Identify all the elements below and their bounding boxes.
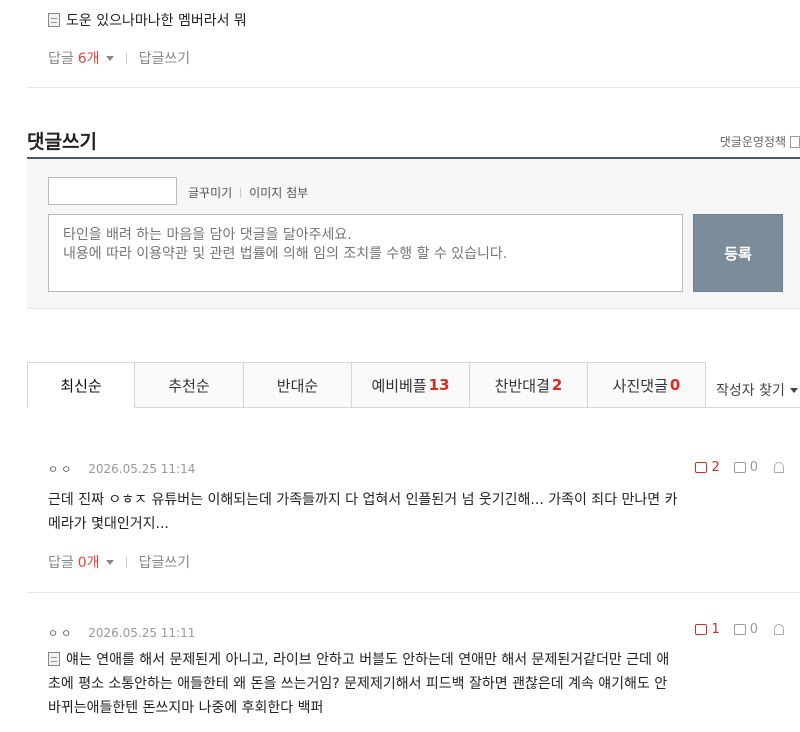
divider [125, 52, 127, 64]
thumbs-up-icon [695, 624, 708, 635]
comment-author[interactable]: ㅇㅇ [48, 625, 74, 641]
previous-comment: 도운 있으나마나한 멤버라서 뭐 답글 6개 답글쓰기 [27, 0, 800, 88]
previous-comment-text: 도운 있으나마나한 멤버라서 뭐 [66, 13, 247, 29]
reply-toggle[interactable]: 답글 6개 [48, 48, 114, 68]
comment-line: 얘는 연애를 해서 문제된게 아니고, 라이브 안하고 버블도 안하는데 연애만… [66, 652, 670, 668]
downvote-count: 0 [749, 460, 758, 475]
tab-photo-comments[interactable]: 사진댓글 0 [588, 362, 706, 408]
chevron-down-icon [105, 559, 114, 565]
document-icon [48, 652, 60, 666]
divider [240, 187, 242, 198]
reply-toggle[interactable]: 답글 0개 [48, 552, 114, 572]
reply-count: 0개 [77, 555, 100, 571]
comment-votes: 1 0 [681, 622, 784, 637]
comment-meta: ㅇㅇ 2026.05.25 11:11 [48, 625, 195, 641]
write-comment-title: 댓글쓰기 [27, 131, 97, 153]
downvote-button[interactable]: 0 [733, 460, 758, 475]
downvote-button[interactable]: 0 [733, 622, 758, 637]
sort-tabs: 최신순 추천순 반대순 예비베플 13 찬반대결 2 사진댓글 0 [27, 362, 800, 408]
external-link-icon [790, 135, 800, 148]
comment-author[interactable]: ㅇㅇ [48, 461, 74, 477]
chevron-down-icon [789, 387, 798, 393]
font-style-button[interactable]: 글꾸미기 [188, 184, 232, 201]
tab-best-candidates[interactable]: 예비베플 13 [352, 362, 470, 408]
image-attach-button[interactable]: 이미지 첨부 [249, 184, 308, 201]
comment-line: 바뀌는애들한텐 돈쓰지마 나중에 후회한다 백퍼 [48, 700, 324, 716]
tab-latest[interactable]: 최신순 [27, 362, 135, 408]
upvote-count: 1 [711, 622, 720, 637]
comment-body: 얘는 연애를 해서 문제된게 아니고, 라이브 안하고 버블도 안하는데 연애만… [48, 648, 788, 720]
report-icon[interactable] [774, 624, 784, 635]
comment-divider [27, 592, 800, 593]
comment-line: 메라가 몇대인거지... [48, 516, 169, 532]
comment-line-row: 얘는 연애를 해서 문제된게 아니고, 라이브 안하고 버블도 안하는데 연애만… [48, 648, 788, 672]
comment-tools: 글꾸미기 이미지 첨부 [188, 184, 308, 201]
thumbs-down-icon [733, 624, 746, 635]
tabs-baseline [706, 407, 800, 408]
submit-button[interactable]: 등록 [693, 214, 783, 292]
reply-count: 6개 [77, 51, 100, 67]
report-icon[interactable] [774, 462, 784, 473]
tab-recommended[interactable]: 추천순 [135, 362, 244, 408]
tab-count: 0 [669, 376, 681, 394]
tab-debate[interactable]: 찬반대결 2 [470, 362, 588, 408]
divider [125, 556, 127, 568]
comment-policy-label: 댓글운영정책 [719, 135, 786, 149]
tab-count: 13 [428, 376, 450, 394]
upvote-button[interactable]: 2 [695, 460, 720, 475]
tab-label: 최신순 [60, 376, 102, 395]
author-find-label: 작성자 찾기 [716, 383, 785, 399]
comment-textarea[interactable] [48, 214, 683, 292]
comment-meta: ㅇㅇ 2026.05.25 11:14 [48, 461, 195, 477]
document-icon [48, 13, 60, 27]
tab-label: 추천순 [168, 376, 210, 395]
thumbs-down-icon [733, 462, 746, 473]
comment-date: 2026.05.25 11:11 [88, 626, 196, 640]
reply-label: 답글 [48, 51, 74, 67]
write-reply-link[interactable]: 답글쓰기 [139, 48, 191, 68]
comment-write-area: 글꾸미기 이미지 첨부 등록 [27, 159, 800, 309]
tab-label: 반대순 [276, 376, 319, 395]
tab-count: 2 [551, 376, 563, 394]
reply-label: 답글 [48, 555, 74, 571]
write-reply-link[interactable]: 답글쓰기 [139, 552, 191, 572]
comment-reply-bar: 답글 0개 답글쓰기 [48, 552, 190, 572]
upvote-count: 2 [711, 460, 720, 475]
previous-reply-bar: 답글 6개 답글쓰기 [48, 48, 190, 68]
tab-label: 사진댓글 [612, 376, 668, 395]
comment-line: 근데 진짜 ㅇㅎㅈ 유튜버는 이해되는데 가족들까지 다 업혀서 인플된거 넘 … [48, 492, 678, 508]
tab-label: 예비베플 [371, 376, 427, 395]
tab-label: 찬반대결 [494, 376, 550, 395]
chevron-down-icon [105, 55, 114, 61]
thumbs-up-icon [695, 462, 708, 473]
upvote-button[interactable]: 1 [695, 622, 720, 637]
comment-policy-link[interactable]: 댓글운영정책 [720, 133, 800, 150]
downvote-count: 0 [749, 622, 758, 637]
comment-line: 초에 평소 소통안하는 애들한테 왜 돈을 쓰는거임? 문제제기해서 피드백 잘… [48, 676, 668, 692]
nickname-input[interactable] [48, 177, 177, 205]
comment-date: 2026.05.25 11:14 [88, 462, 196, 476]
author-find-dropdown[interactable]: 작성자 찾기 [716, 380, 798, 400]
comment-body: 근데 진짜 ㅇㅎㅈ 유튜버는 이해되는데 가족들까지 다 업혀서 인플된거 넘 … [48, 488, 788, 536]
tab-opposed[interactable]: 반대순 [244, 362, 352, 408]
comment-votes: 2 0 [681, 460, 784, 475]
previous-comment-text-row: 도운 있으나마나한 멤버라서 뭐 [48, 10, 247, 30]
